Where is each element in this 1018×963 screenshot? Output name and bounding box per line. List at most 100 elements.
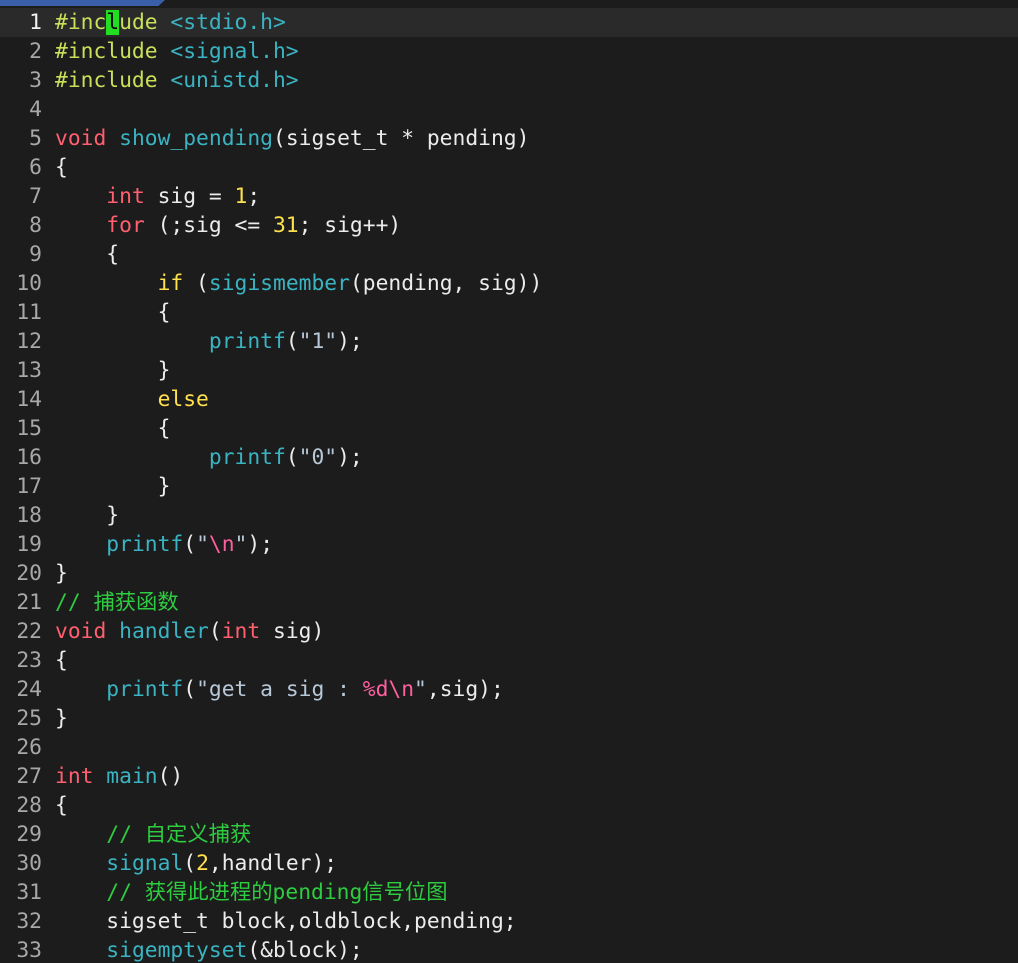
code-token: } — [55, 358, 171, 383]
code-token: void — [55, 619, 107, 644]
line-number: 15 — [16, 416, 42, 441]
code-line[interactable]: 22 void handler(int sig) — [0, 617, 1018, 646]
line-code: sigemptyset(&block); — [55, 936, 362, 963]
code-line[interactable]: 8 for (;sig <= 31; sig++) — [0, 211, 1018, 240]
line-code: // 获得此进程的pending信号位图 — [55, 878, 448, 907]
code-token: for — [106, 213, 145, 238]
line-number: 30 — [16, 851, 42, 876]
code-editor[interactable]: 1 #include <stdio.h> 2 #include <signal.h> 3… — [0, 0, 1018, 963]
line-number: 27 — [16, 764, 42, 789]
line-number: 23 — [16, 648, 42, 673]
line-code: if (sigismember(pending, sig)) — [55, 269, 543, 298]
line-number: 22 — [16, 619, 42, 644]
code-token: // 获得此进程的pending信号位图 — [106, 880, 448, 905]
code-line[interactable]: 25} — [0, 704, 1018, 733]
text-cursor: l — [106, 10, 120, 35]
code-token: " — [196, 532, 209, 557]
line-number: 16 — [16, 445, 42, 470]
code-token: if — [157, 271, 184, 296]
code-token: "1" — [298, 329, 338, 354]
code-line[interactable]: 24 printf("get a sig : %d\n",sig); — [0, 675, 1018, 704]
code-token: ( — [183, 677, 197, 702]
code-line[interactable]: 12 printf("1"); — [0, 327, 1018, 356]
code-line[interactable]: 15 { — [0, 414, 1018, 443]
code-token: sigismember — [208, 271, 350, 296]
line-number: 2 — [29, 39, 42, 64]
line-number: 10 — [16, 271, 42, 296]
code-line[interactable]: 14 else — [0, 385, 1018, 414]
line-code: } — [55, 501, 119, 530]
line-number: 18 — [16, 503, 42, 528]
line-code: #include <stdio.h> — [55, 8, 286, 37]
line-code: } — [55, 704, 68, 733]
line-code: { — [55, 240, 119, 269]
code-line[interactable]: 11 { — [0, 298, 1018, 327]
code-token: (;sig <= — [144, 213, 273, 238]
code-line[interactable]: 9 { — [0, 240, 1018, 269]
code-line[interactable]: 3 #include <unistd.h> — [0, 66, 1018, 95]
code-line[interactable]: 1 #include <stdio.h> — [0, 8, 1018, 37]
code-line[interactable]: 10 if (sigismember(pending, sig)) — [0, 269, 1018, 298]
line-code: // 捕获函数 — [55, 588, 179, 617]
code-token: { — [55, 155, 68, 180]
code-token: // 自定义捕获 — [106, 822, 252, 847]
code-token: { — [55, 648, 68, 673]
code-line[interactable]: 16 printf("0"); — [0, 443, 1018, 472]
code-token: sig = — [144, 184, 235, 209]
line-number: 21 — [16, 590, 42, 615]
code-line[interactable]: 32 sigset_t block,oldblock,pending; — [0, 907, 1018, 936]
line-code: // 自定义捕获 — [55, 820, 251, 849]
code-token: show_pending — [119, 126, 273, 151]
code-line[interactable]: 6{ — [0, 153, 1018, 182]
code-token: printf — [106, 677, 184, 702]
code-token: else — [157, 387, 209, 412]
line-number: 19 — [16, 532, 42, 557]
line-code: printf("get a sig : %d\n",sig); — [55, 675, 504, 704]
code-line[interactable]: 2 #include <signal.h> — [0, 37, 1018, 66]
code-token: void — [55, 126, 107, 151]
code-token: ); — [337, 329, 363, 354]
code-line[interactable]: 7 int sig = 1; — [0, 182, 1018, 211]
code-lines[interactable]: 1 #include <stdio.h> 2 #include <signal.h> 3… — [0, 8, 1018, 963]
code-line[interactable]: 33 sigemptyset(&block); — [0, 936, 1018, 963]
code-token: #include — [55, 39, 171, 64]
code-line[interactable]: 18 } — [0, 501, 1018, 530]
code-line[interactable]: 27 int main() — [0, 762, 1018, 791]
code-line[interactable]: 31 // 获得此进程的pending信号位图 — [0, 878, 1018, 907]
line-code: } — [55, 472, 171, 501]
line-number: 31 — [16, 880, 42, 905]
code-line[interactable]: 4 — [0, 95, 1018, 124]
code-token: sigset_t block,oldblock,pending; — [55, 909, 517, 934]
code-token: ( — [285, 329, 299, 354]
line-number: 24 — [16, 677, 42, 702]
code-line[interactable]: 21 // 捕获函数 — [0, 588, 1018, 617]
code-line[interactable]: 19 printf("\n"); — [0, 530, 1018, 559]
code-token: ); — [337, 445, 363, 470]
code-line[interactable]: 5 void show_pending(sigset_t * pending) — [0, 124, 1018, 153]
code-token: ( — [183, 851, 197, 876]
code-token: ,sig); — [426, 677, 504, 702]
code-token: %d\n — [362, 677, 415, 702]
code-line[interactable]: 23 { — [0, 646, 1018, 675]
code-line[interactable]: 29 // 自定义捕获 — [0, 820, 1018, 849]
line-number: 3 — [29, 68, 42, 93]
code-token: <signal.h> — [170, 39, 299, 64]
code-line[interactable]: 13 } — [0, 356, 1018, 385]
code-line[interactable]: 30 signal(2,handler); — [0, 849, 1018, 878]
line-code: int sig = 1; — [55, 182, 260, 211]
line-number: 29 — [16, 822, 42, 847]
active-tab-indicator[interactable] — [0, 0, 165, 6]
code-line[interactable]: 28 { — [0, 791, 1018, 820]
code-line[interactable]: 26 — [0, 733, 1018, 762]
code-token: printf — [208, 445, 286, 470]
code-token: int — [106, 184, 145, 209]
code-line[interactable]: 17 } — [0, 472, 1018, 501]
line-code: { — [55, 414, 171, 443]
code-line[interactable]: 20} — [0, 559, 1018, 588]
code-token: \n — [208, 532, 235, 557]
